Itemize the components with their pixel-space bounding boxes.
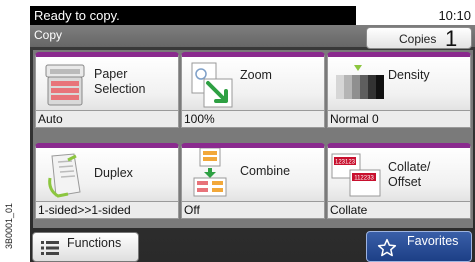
- tile-collate-offset: 123123 112233 Collate/ Offset Collate: [327, 143, 473, 219]
- collate-offset-button[interactable]: 123123 112233 Collate/ Offset: [327, 143, 471, 202]
- tile-combine: Combine Off: [181, 143, 327, 219]
- duplex-button[interactable]: Duplex: [35, 143, 179, 202]
- favorites-label: Favorites: [407, 234, 459, 248]
- screen-title: Copy: [34, 28, 63, 42]
- zoom-value: 100%: [181, 111, 325, 128]
- zoom-button[interactable]: Zoom: [181, 52, 325, 111]
- density-label: Density: [388, 68, 430, 82]
- combine-label: Combine: [240, 164, 291, 178]
- combine-button[interactable]: Combine: [181, 143, 325, 202]
- density-value: Normal 0: [327, 111, 471, 128]
- tile-zoom: Zoom 100%: [181, 52, 327, 128]
- functions-button[interactable]: Functions: [32, 232, 139, 262]
- clock: 10:10: [438, 8, 471, 23]
- tile-paper-selection: Paper Selection Auto: [35, 52, 181, 128]
- document-id-label: 3B0001_01: [0, 190, 18, 262]
- combine-value: Off: [181, 202, 325, 219]
- zoom-icon: [191, 62, 233, 108]
- copies-label: Copies: [399, 32, 437, 46]
- bottom-bar: Functions Favorites: [30, 230, 475, 262]
- paper-selection-label: Paper Selection: [94, 67, 146, 96]
- collate-offset-value: Collate: [327, 202, 471, 219]
- paper-selection-button[interactable]: Paper Selection: [35, 52, 179, 111]
- document-id-text: 3B0001_01: [4, 202, 15, 250]
- copies-count: 1: [445, 26, 458, 51]
- density-icon: [336, 65, 384, 99]
- list-icon: [41, 241, 59, 255]
- tile-density: Density Normal 0: [327, 52, 473, 128]
- tile-duplex: Duplex 1-sided>>1-sided: [35, 143, 181, 219]
- paper-selection-value: Auto: [35, 111, 179, 128]
- paper-tray-icon: [45, 64, 85, 106]
- star-icon: [377, 238, 397, 257]
- combine-icon: [193, 148, 227, 197]
- functions-label: Functions: [67, 236, 122, 250]
- duplex-icon: [48, 153, 81, 198]
- collate-offset-label: Collate/ Offset: [388, 160, 431, 189]
- duplex-label: Duplex: [94, 166, 133, 180]
- function-grid: Paper Selection Auto Zoom 100% Density N…: [33, 50, 473, 228]
- favorites-button[interactable]: Favorites: [366, 231, 472, 262]
- collate-icon: 123123 112233: [331, 153, 381, 197]
- collate-icon-text-b: 112233: [354, 176, 374, 182]
- copy-screen: Ready to copy. 10:10 Copy Copies 1 Paper: [30, 6, 475, 262]
- status-bar: Ready to copy. 10:10: [30, 6, 475, 25]
- status-message: Ready to copy.: [30, 6, 356, 25]
- duplex-value: 1-sided>>1-sided: [35, 202, 179, 219]
- collate-icon-text-a: 123123: [335, 160, 356, 166]
- zoom-label: Zoom: [240, 68, 272, 82]
- copies-button[interactable]: Copies 1: [366, 26, 472, 51]
- density-button[interactable]: Density: [327, 52, 471, 111]
